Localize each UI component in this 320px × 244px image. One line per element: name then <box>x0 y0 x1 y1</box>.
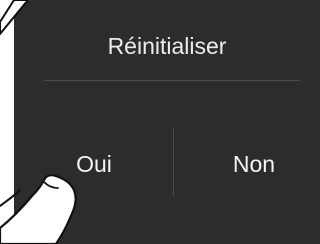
screen: Réinitialiser Oui Non <box>0 0 320 244</box>
yes-button[interactable]: Oui <box>34 144 154 184</box>
title-divider <box>44 80 300 81</box>
dialog-title: Réinitialiser <box>107 33 227 59</box>
reset-dialog: Réinitialiser Oui Non <box>14 0 320 244</box>
button-divider <box>173 128 174 196</box>
no-button[interactable]: Non <box>194 144 314 184</box>
